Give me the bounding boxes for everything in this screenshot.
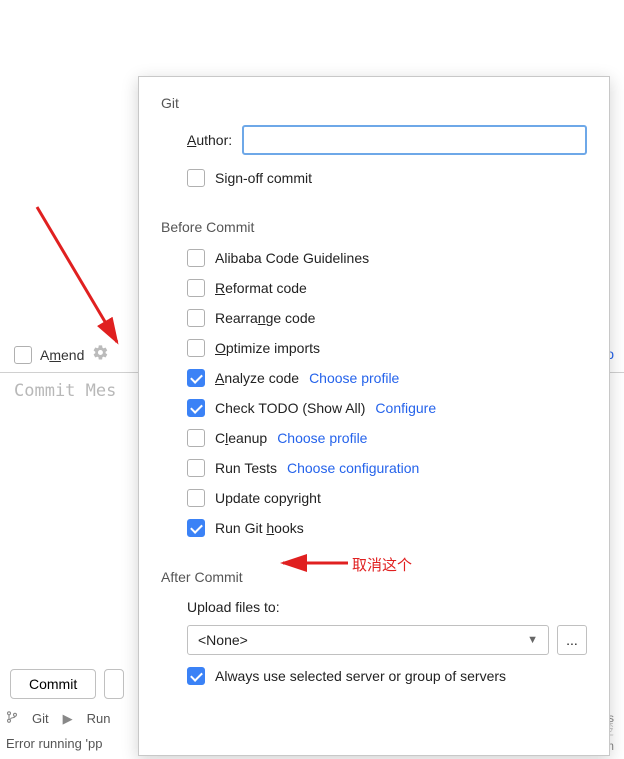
bottom-run-label[interactable]: Run [87,711,111,726]
option-label-6: Cleanup [215,430,267,446]
option-link-6[interactable]: Choose profile [277,430,367,446]
always-use-checkbox[interactable] [187,667,205,685]
always-use-label: Always use selected server or group of s… [215,668,506,684]
option-checkbox-6[interactable] [187,429,205,447]
git-branch-icon [6,710,18,727]
option-label-4: Analyze code [215,370,299,386]
option-checkbox-8[interactable] [187,489,205,507]
signoff-checkbox[interactable] [187,169,205,187]
option-label-1: Reformat code [215,280,307,296]
option-checkbox-7[interactable] [187,459,205,477]
author-label: Author: [187,132,232,148]
commit-dropdown-button[interactable] [104,669,124,699]
option-link-5[interactable]: Configure [375,400,436,416]
upload-files-label: Upload files to: [187,599,587,615]
commit-button[interactable]: Commit [10,669,96,699]
before-commit-title: Before Commit [161,219,587,235]
option-checkbox-9[interactable] [187,519,205,537]
option-label-2: Rearrange code [215,310,315,326]
option-link-7[interactable]: Choose configuration [287,460,419,476]
option-checkbox-5[interactable] [187,399,205,417]
after-commit-title: After Commit [161,569,587,585]
upload-select-value: <None> [198,632,248,648]
git-section-title: Git [161,95,587,111]
option-checkbox-0[interactable] [187,249,205,267]
option-label-7: Run Tests [215,460,277,476]
bottom-git-label[interactable]: Git [32,711,49,726]
option-label-8: Update copyright [215,490,321,506]
gear-icon[interactable] [92,344,109,366]
option-label-9: Run Git hooks [215,520,304,536]
play-icon: ▶ [63,711,73,727]
error-message: Error running 'pp [6,736,102,751]
author-input[interactable] [242,125,587,155]
signoff-label: Sign-off commit [215,170,312,186]
option-link-4[interactable]: Choose profile [309,370,399,386]
amend-label: Amend [40,347,84,363]
option-checkbox-2[interactable] [187,309,205,327]
upload-browse-button[interactable]: ... [557,625,587,655]
upload-select[interactable]: <None> ▼ [187,625,549,655]
chevron-down-icon: ▼ [527,634,538,646]
option-checkbox-3[interactable] [187,339,205,357]
commit-message-placeholder: Commit Mes [14,381,116,401]
option-label-3: Optimize imports [215,340,320,356]
commit-settings-popup: Git Author: Sign-off commit Before Commi… [138,76,610,756]
option-checkbox-1[interactable] [187,279,205,297]
option-label-0: Alibaba Code Guidelines [215,250,369,266]
option-label-5: Check TODO (Show All) [215,400,365,416]
option-checkbox-4[interactable] [187,369,205,387]
amend-checkbox[interactable] [14,346,32,364]
